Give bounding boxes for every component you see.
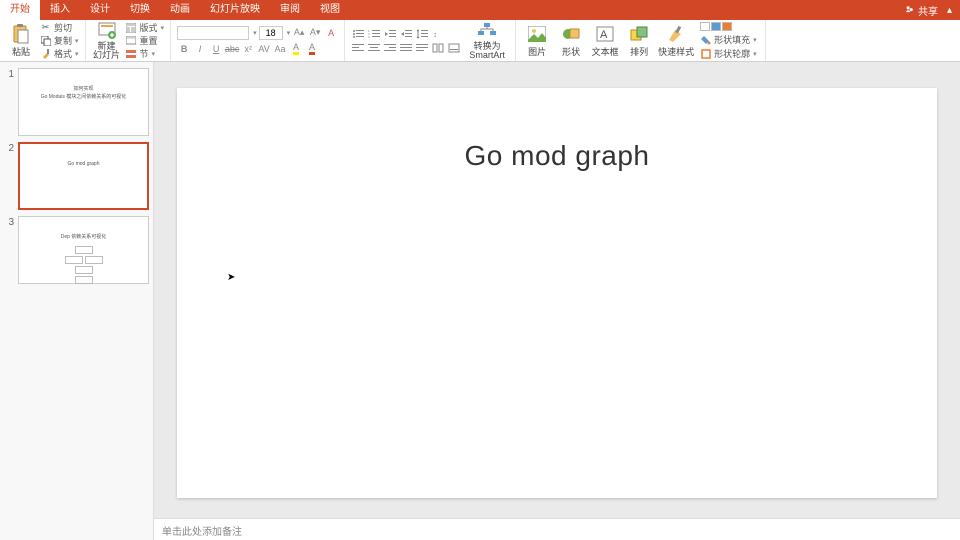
font-name-combo[interactable]	[177, 26, 249, 40]
arrange-button[interactable]: 排列	[622, 20, 656, 62]
layout-icon	[126, 22, 137, 33]
shape-outline-button[interactable]: 形状轮廓▾	[700, 48, 757, 60]
paste-button[interactable]: 粘贴	[4, 20, 38, 62]
thumb-item[interactable]: 1 如何实现 Go Moduis 模块之间依赖关系的可视化	[4, 68, 149, 136]
text-direction-icon[interactable]: ↕	[431, 28, 445, 40]
bold-icon[interactable]: B	[177, 42, 191, 56]
thumb-item[interactable]: 3 Dep 依赖关系可视化	[4, 216, 149, 284]
format-painter-button[interactable]: 格式▾	[40, 48, 79, 60]
brush-icon	[40, 48, 51, 59]
share-button[interactable]: 共享 ▴	[897, 3, 960, 18]
quick-styles-icon	[666, 24, 686, 44]
distribute-icon[interactable]	[415, 42, 429, 54]
quick-styles-button[interactable]: 快速样式	[656, 20, 696, 62]
thumb-slide[interactable]: Dep 依赖关系可视化	[18, 216, 149, 284]
slide-editor-area[interactable]: Go mod graph ➤	[154, 62, 960, 518]
scissors-icon: ✂	[40, 22, 51, 33]
char-spacing-icon[interactable]: AV	[257, 42, 271, 56]
font-size-combo[interactable]: 18	[259, 26, 283, 40]
slide-title[interactable]: Go mod graph	[177, 140, 937, 172]
thumb-slide-selected[interactable]: Go mod graph	[18, 142, 149, 210]
collapse-ribbon-icon[interactable]: ▴	[947, 5, 952, 16]
line-spacing-icon[interactable]	[415, 28, 429, 40]
picture-icon	[527, 24, 547, 44]
ribbon-group-font: ▾ 18 ▾ A▴ A▾ A B I U abc x² AV Aa A A	[171, 20, 345, 61]
shapes-button[interactable]: 形状	[554, 20, 588, 62]
textbox-button[interactable]: A 文本框	[588, 20, 622, 62]
ribbon-group-drawing: 图片 形状 A 文本框 排列 快速样式 形状填充▾	[516, 20, 766, 61]
smartart-icon	[477, 21, 497, 41]
superscript-icon[interactable]: x²	[241, 42, 255, 56]
picture-button[interactable]: 图片	[520, 20, 554, 62]
shape-style-swatch[interactable]	[700, 22, 710, 31]
section-icon	[126, 48, 137, 59]
italic-icon[interactable]: I	[193, 42, 207, 56]
increase-font-icon[interactable]: A▴	[292, 26, 306, 40]
tab-transitions[interactable]: 切换	[120, 0, 160, 20]
svg-text:3: 3	[368, 35, 370, 39]
svg-text:↕: ↕	[433, 30, 437, 39]
align-right-icon[interactable]	[383, 42, 397, 54]
shapes-icon	[561, 24, 581, 44]
tab-slideshow[interactable]: 幻灯片放映	[200, 0, 270, 20]
current-slide[interactable]: Go mod graph ➤	[177, 88, 937, 498]
clear-format-icon[interactable]: A	[324, 26, 338, 40]
numbering-icon[interactable]: 123	[367, 28, 381, 40]
tab-view[interactable]: 视图	[310, 0, 350, 20]
thumb-slide[interactable]: 如何实现 Go Moduis 模块之间依赖关系的可视化	[18, 68, 149, 136]
mouse-cursor: ➤	[227, 272, 235, 283]
reset-icon	[126, 35, 137, 46]
layout-button[interactable]: 版式▾	[126, 22, 165, 34]
increase-indent-icon[interactable]	[399, 28, 413, 40]
copy-icon	[40, 35, 51, 46]
align-center-icon[interactable]	[367, 42, 381, 54]
tab-insert[interactable]: 插入	[40, 0, 80, 20]
new-slide-icon	[97, 21, 117, 41]
thumb-number: 1	[4, 68, 14, 136]
align-left-icon[interactable]	[351, 42, 365, 54]
columns-icon[interactable]	[431, 42, 445, 54]
textbox-icon: A	[595, 24, 615, 44]
section-button[interactable]: 节▾	[126, 48, 165, 60]
svg-text:A: A	[600, 29, 608, 41]
convert-smartart-button[interactable]: 转换为 SmartArt	[463, 20, 511, 62]
bullets-icon[interactable]	[351, 28, 365, 40]
outline-icon	[700, 48, 711, 59]
tab-design[interactable]: 设计	[80, 0, 120, 20]
thumb-item[interactable]: 2 Go mod graph	[4, 142, 149, 210]
fill-icon	[700, 34, 711, 45]
font-color-icon[interactable]: A	[305, 42, 319, 56]
share-icon	[905, 4, 915, 17]
thumb-number: 3	[4, 216, 14, 284]
tab-review[interactable]: 审阅	[270, 0, 310, 20]
paste-icon	[11, 24, 31, 44]
shape-fill-button[interactable]: 形状填充▾	[700, 34, 757, 46]
justify-icon[interactable]	[399, 42, 413, 54]
ribbon-group-slides: 新建 幻灯片 版式▾ 重置 节▾	[86, 20, 172, 61]
slide-thumbnails-pane: 1 如何实现 Go Moduis 模块之间依赖关系的可视化 2 Go mod g…	[0, 62, 154, 540]
highlight-icon[interactable]: A	[289, 42, 303, 56]
tab-animations[interactable]: 动画	[160, 0, 200, 20]
arrange-icon	[629, 24, 649, 44]
cut-button[interactable]: ✂剪切	[40, 22, 79, 34]
notes-placeholder[interactable]: 单击此处添加备注	[154, 518, 960, 540]
decrease-indent-icon[interactable]	[383, 28, 397, 40]
ribbon: 粘贴 ✂剪切 复制▾ 格式▾ 新建 幻灯片 版式▾ 重置 节▾ ▾ 18 ▾ A…	[0, 20, 960, 62]
ribbon-group-paragraph: 123 ↕ 转换为 SmartArt	[345, 20, 516, 61]
ribbon-group-clipboard: 粘贴 ✂剪切 复制▾ 格式▾	[0, 20, 86, 61]
share-label: 共享	[918, 3, 938, 18]
menu-tabs: 开始 插入 设计 切换 动画 幻灯片放映 审阅 视图 共享 ▴	[0, 0, 960, 20]
shape-style-swatch[interactable]	[722, 22, 732, 31]
decrease-font-icon[interactable]: A▾	[308, 26, 322, 40]
align-text-icon[interactable]	[447, 42, 461, 54]
new-slide-button[interactable]: 新建 幻灯片	[90, 20, 124, 62]
change-case-icon[interactable]: Aa	[273, 42, 287, 56]
shape-style-swatch[interactable]	[711, 22, 721, 31]
thumb-number: 2	[4, 142, 14, 210]
copy-button[interactable]: 复制▾	[40, 35, 79, 47]
underline-icon[interactable]: U	[209, 42, 223, 56]
strike-icon[interactable]: abc	[225, 42, 239, 56]
reset-button[interactable]: 重置	[126, 35, 165, 47]
tab-home[interactable]: 开始	[0, 0, 40, 20]
